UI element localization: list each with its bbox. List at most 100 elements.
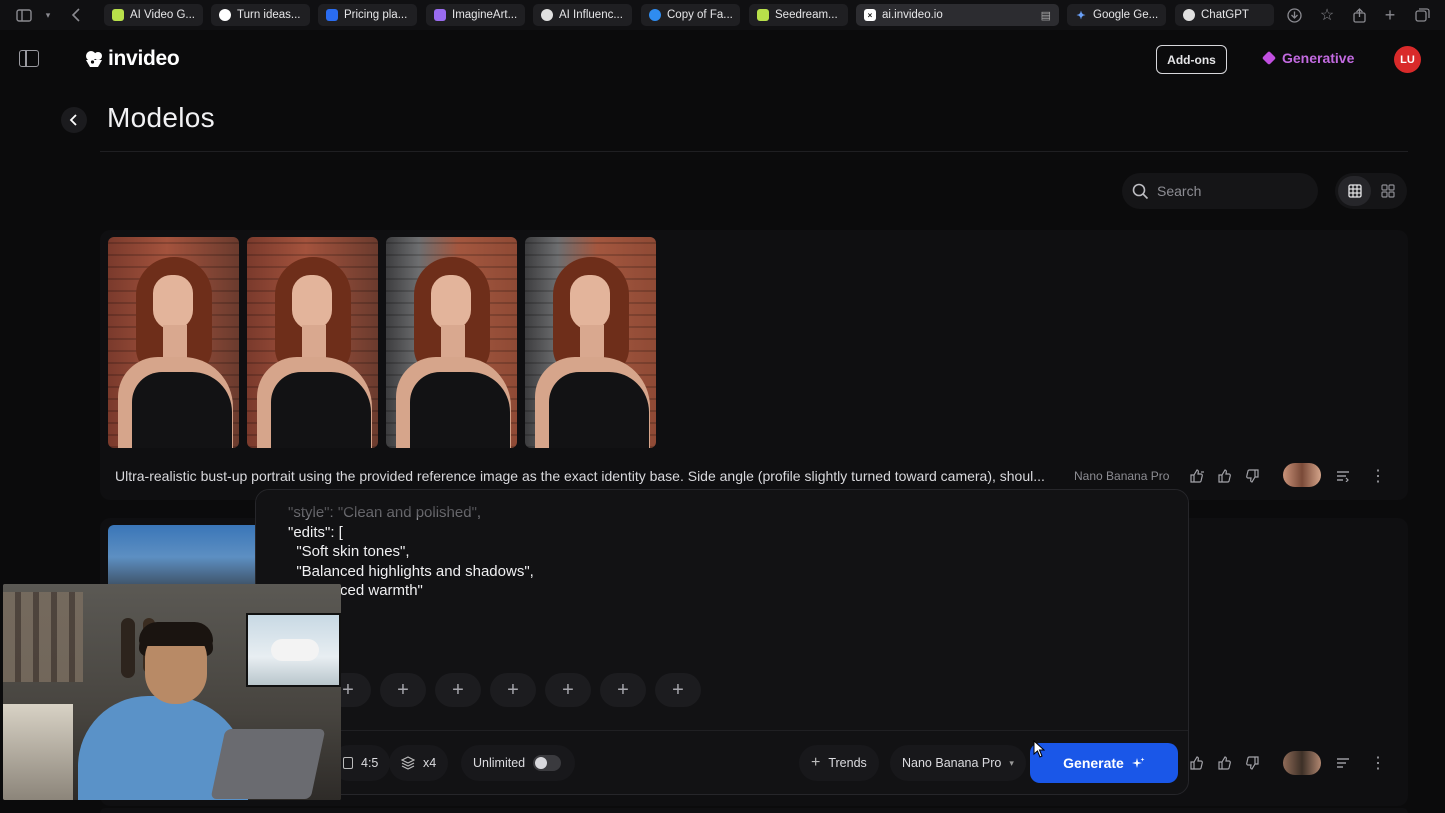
browser-tab[interactable]: ChatGPT xyxy=(1175,4,1274,26)
reader-mode-icon[interactable]: ▤ xyxy=(1041,9,1051,22)
invideo-logo[interactable]: invideo xyxy=(84,47,180,71)
doc-favicon-icon xyxy=(326,9,338,21)
imagineart-favicon-icon xyxy=(434,9,446,21)
generate-button[interactable]: Generate xyxy=(1030,743,1178,783)
close-favicon-icon: × xyxy=(864,9,876,21)
add-reference-image-button[interactable]: + xyxy=(655,673,701,707)
mouse-cursor-icon xyxy=(1033,740,1045,758)
browser-tab[interactable]: ImagineArt... xyxy=(426,4,525,26)
plus-icon: + xyxy=(811,754,821,771)
thumbs-down-icon[interactable] xyxy=(1242,466,1262,486)
compare-like-icon[interactable] xyxy=(1188,753,1208,773)
invideo-favicon-icon xyxy=(757,9,769,21)
addons-button[interactable]: Add-ons xyxy=(1156,45,1227,74)
image-count-selector[interactable]: x4 xyxy=(389,745,449,781)
reference-image-avatar[interactable] xyxy=(1283,463,1321,487)
back-arrow-icon[interactable] xyxy=(66,5,86,25)
generated-image-thumbnail[interactable] xyxy=(525,237,656,448)
unlimited-toggle-control[interactable]: Unlimited xyxy=(461,745,576,781)
canva-favicon-icon xyxy=(649,9,661,21)
openai-favicon-icon xyxy=(541,9,553,21)
composer-divider xyxy=(256,730,1188,731)
prompt-composer: "style": "Clean and polished","edits": [… xyxy=(255,489,1189,795)
aspect-ratio-icon xyxy=(343,757,353,769)
search-icon xyxy=(1132,183,1149,199)
tile-view-button[interactable] xyxy=(1371,176,1404,206)
generated-image-thumbnail[interactable] xyxy=(386,237,517,448)
chevron-down-icon[interactable]: ▾ xyxy=(38,5,58,25)
compare-like-icon[interactable] xyxy=(1188,466,1208,486)
layers-icon xyxy=(401,756,415,770)
result-prompt-text[interactable]: Ultra-realistic bust-up portrait using t… xyxy=(115,468,1060,484)
browser-tab[interactable]: Seedream... xyxy=(749,4,848,26)
add-reference-image-button[interactable]: + xyxy=(545,673,591,707)
chat-favicon-icon xyxy=(219,9,231,21)
unlimited-label: Unlimited xyxy=(473,756,526,770)
reuse-prompt-icon[interactable] xyxy=(1333,466,1353,486)
webcam-video-overlay xyxy=(3,584,341,800)
new-tab-icon[interactable]: + xyxy=(1380,5,1400,25)
add-reference-image-button[interactable]: + xyxy=(435,673,481,707)
generate-label: Generate xyxy=(1063,755,1124,771)
openai-favicon-icon xyxy=(1183,9,1195,21)
add-reference-image-button[interactable]: + xyxy=(380,673,426,707)
result-model-tag: Nano Banana Pro xyxy=(1074,469,1170,483)
search-input[interactable] xyxy=(1157,183,1307,199)
thumbs-up-icon[interactable] xyxy=(1215,466,1235,486)
plan-badge[interactable]: Generative xyxy=(1261,50,1355,66)
browser-tab-bar: ▾ AI Video G... Turn ideas... Pricing pl… xyxy=(0,0,1445,30)
reuse-prompt-icon[interactable] xyxy=(1333,753,1353,773)
add-reference-image-button[interactable]: + xyxy=(490,673,536,707)
table-grid-icon xyxy=(1347,184,1362,198)
model-selector[interactable]: Nano Banana Pro ▾ xyxy=(890,745,1026,781)
reference-image-avatar[interactable] xyxy=(1283,751,1321,775)
sidebar-toggle-icon[interactable] xyxy=(14,5,34,25)
sparkle-icon xyxy=(1131,757,1145,768)
tiles-icon xyxy=(1380,184,1395,198)
invideo-logo-icon xyxy=(86,51,102,67)
user-avatar[interactable]: LU xyxy=(1394,46,1421,73)
share-icon[interactable] xyxy=(1349,5,1369,25)
chevron-left-icon xyxy=(69,114,77,126)
back-button[interactable] xyxy=(61,107,87,133)
browser-tab[interactable]: Pricing pla... xyxy=(318,4,417,26)
more-options-icon[interactable]: ⋮ xyxy=(1368,753,1388,773)
more-options-icon[interactable]: ⋮ xyxy=(1368,466,1388,486)
page-title: Modelos xyxy=(107,102,215,133)
browser-tab[interactable]: Copy of Fa... xyxy=(641,4,740,26)
list-grid-view-button[interactable] xyxy=(1338,176,1371,206)
download-icon[interactable] xyxy=(1284,5,1304,25)
prompt-line: "edits": [ xyxy=(288,523,343,541)
result-thumbnails xyxy=(108,237,656,448)
model-label: Nano Banana Pro xyxy=(902,756,1002,770)
tab-overview-icon[interactable] xyxy=(1412,5,1432,25)
result-card xyxy=(100,808,1408,813)
browser-tab[interactable]: AI Video G... xyxy=(104,4,203,26)
chevron-down-icon: ▾ xyxy=(1009,757,1014,768)
browser-tab[interactable]: ✦ Google Ge... xyxy=(1067,4,1166,26)
result-card: Ultra-realistic bust-up portrait using t… xyxy=(100,230,1408,500)
prompt-line: "Balanced highlights and shadows", xyxy=(288,562,534,580)
search-box[interactable] xyxy=(1122,173,1318,209)
plan-label: Generative xyxy=(1282,50,1355,66)
generated-image-thumbnail[interactable] xyxy=(108,237,239,448)
thumbs-down-icon[interactable] xyxy=(1242,753,1262,773)
scroll-fade xyxy=(256,490,1188,518)
reference-image-slots: + + + + + + + xyxy=(325,673,701,707)
logo-text: invideo xyxy=(108,47,180,70)
aspect-ratio-value: 4:5 xyxy=(361,756,379,770)
trends-button[interactable]: + Trends xyxy=(799,745,879,781)
browser-tab[interactable]: AI Influenc... xyxy=(533,4,632,26)
generated-image-thumbnail[interactable] xyxy=(247,237,378,448)
browser-tab[interactable]: Turn ideas... xyxy=(211,4,310,26)
app-sidebar-toggle-icon[interactable] xyxy=(19,50,39,67)
thumbs-up-icon[interactable] xyxy=(1215,753,1235,773)
add-reference-image-button[interactable]: + xyxy=(600,673,646,707)
bookmark-star-icon[interactable]: ☆ xyxy=(1317,5,1337,25)
gemini-favicon-icon: ✦ xyxy=(1076,9,1086,22)
prompt-line: "Soft skin tones", xyxy=(288,543,410,560)
invideo-favicon-icon xyxy=(112,9,124,21)
unlimited-toggle[interactable] xyxy=(533,755,562,771)
header-divider xyxy=(100,151,1408,152)
browser-tab-active[interactable]: × ai.invideo.io ▤ xyxy=(856,4,1059,26)
